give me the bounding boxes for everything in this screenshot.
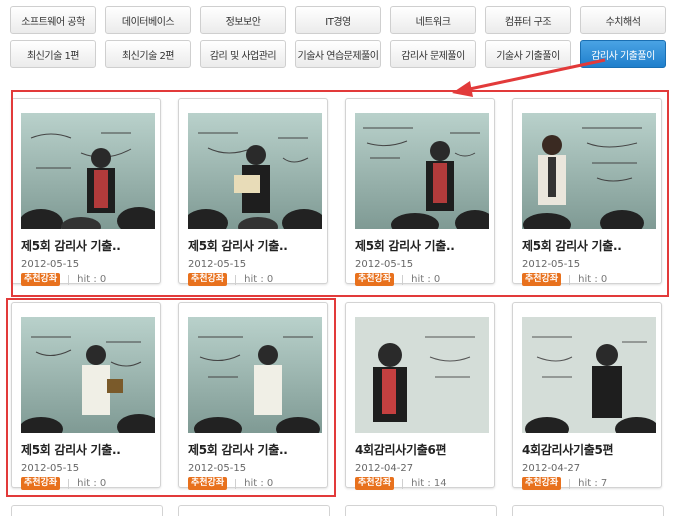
lecture-date: 2012-05-15 — [21, 463, 80, 474]
divider — [235, 478, 237, 489]
lecture-card[interactable]: 제5회 감리사 기출.. 2012-05-15 추천강좌 hit : 0 — [512, 98, 662, 286]
divider — [235, 274, 237, 285]
lecture-card-partial — [345, 505, 497, 516]
divider — [68, 478, 70, 489]
lecture-thumbnail[interactable] — [355, 317, 489, 433]
lecture-date: 2012-05-15 — [188, 463, 247, 474]
tab-latest-tech-1[interactable]: 최신기술 1편 — [10, 40, 96, 68]
lecture-title[interactable]: 4회감리사기출6편 — [355, 441, 493, 458]
recommended-badge: 추천강좌 — [21, 273, 61, 286]
lecture-date: 2012-05-15 — [522, 259, 581, 270]
lecture-title[interactable]: 제5회 감리사 기출.. — [21, 237, 159, 254]
recommended-badge: 추천강좌 — [355, 273, 395, 286]
recommended-badge: 추천강좌 — [522, 477, 562, 490]
tab-database[interactable]: 데이터베이스 — [105, 6, 191, 34]
lecture-date: 2012-04-27 — [522, 463, 581, 474]
lecture-card[interactable]: 4회감리사기출6편 2012-04-27 추천강좌 hit : 14 — [345, 302, 495, 490]
lecture-thumbnail[interactable] — [21, 113, 155, 229]
hit-count: hit : 0 — [578, 274, 608, 285]
annotation-arrow-icon — [452, 58, 606, 97]
lecture-date: 2012-04-27 — [355, 463, 414, 474]
hit-count: hit : 0 — [77, 478, 107, 489]
lecture-title[interactable]: 4회감리사기출5편 — [522, 441, 660, 458]
lecture-date: 2012-05-15 — [188, 259, 247, 270]
lecture-card[interactable]: 제5회 감리사 기출.. 2012-05-15 추천강좌 hit : 0 — [178, 98, 328, 286]
lecture-card-partial — [512, 505, 664, 516]
hit-count: hit : 0 — [244, 478, 274, 489]
lecture-title[interactable]: 제5회 감리사 기출.. — [188, 441, 326, 458]
lecture-card[interactable]: 제5회 감리사 기출.. 2012-05-15 추천강좌 hit : 0 — [345, 98, 495, 286]
hit-count: hit : 14 — [411, 478, 447, 489]
recommended-badge: 추천강좌 — [355, 477, 395, 490]
lecture-card[interactable]: 4회감리사기출5편 2012-04-27 추천강좌 hit : 7 — [512, 302, 662, 490]
lecture-card[interactable]: 제5회 감리사 기출.. 2012-05-15 추천강좌 hit : 0 — [178, 302, 328, 490]
divider — [569, 478, 571, 489]
divider — [569, 274, 571, 285]
hit-count: hit : 0 — [244, 274, 274, 285]
lecture-thumbnail[interactable] — [355, 113, 489, 229]
divider — [402, 478, 404, 489]
lecture-title[interactable]: 제5회 감리사 기출.. — [188, 237, 326, 254]
tab-pe-practice-problems[interactable]: 기술사 연습문제풀이 — [295, 40, 381, 68]
tab-software-engineering[interactable]: 소프트웨어 공학 — [10, 6, 96, 34]
lecture-thumbnail[interactable] — [188, 113, 322, 229]
recommended-badge: 추천강좌 — [522, 273, 562, 286]
lecture-card-partial — [11, 505, 163, 516]
tab-network[interactable]: 네트워크 — [390, 6, 476, 34]
divider — [68, 274, 70, 285]
lecture-title[interactable]: 제5회 감리사 기출.. — [355, 237, 493, 254]
divider — [402, 274, 404, 285]
lecture-title[interactable]: 제5회 감리사 기출.. — [21, 441, 159, 458]
tab-information-security[interactable]: 정보보안 — [200, 6, 286, 34]
lecture-thumbnail[interactable] — [21, 317, 155, 433]
lecture-card[interactable]: 제5회 감리사 기출.. 2012-05-15 추천강좌 hit : 0 — [11, 98, 161, 286]
hit-count: hit : 7 — [578, 478, 608, 489]
hit-count: hit : 0 — [77, 274, 107, 285]
lecture-card-partial — [178, 505, 330, 516]
recommended-badge: 추천강좌 — [188, 477, 228, 490]
tab-latest-tech-2[interactable]: 최신기술 2편 — [105, 40, 191, 68]
lecture-thumbnail[interactable] — [522, 317, 656, 433]
lecture-card[interactable]: 제5회 감리사 기출.. 2012-05-15 추천강좌 hit : 0 — [11, 302, 161, 490]
hit-count: hit : 0 — [411, 274, 441, 285]
tab-numerical-analysis[interactable]: 수치해석 — [580, 6, 666, 34]
lecture-date: 2012-05-15 — [355, 259, 414, 270]
lecture-thumbnail[interactable] — [522, 113, 656, 229]
tab-computer-architecture[interactable]: 컴퓨터 구조 — [485, 6, 571, 34]
category-tabs-row-1: 소프트웨어 공학 데이터베이스 정보보안 IT경영 네트워크 컴퓨터 구조 수치… — [10, 6, 675, 34]
lecture-title[interactable]: 제5회 감리사 기출.. — [522, 237, 660, 254]
lecture-thumbnail[interactable] — [188, 317, 322, 433]
recommended-badge: 추천강좌 — [21, 477, 61, 490]
tab-audit-project-management[interactable]: 감리 및 사업관리 — [200, 40, 286, 68]
lecture-date: 2012-05-15 — [21, 259, 80, 270]
tab-it-management[interactable]: IT경영 — [295, 6, 381, 34]
recommended-badge: 추천강좌 — [188, 273, 228, 286]
